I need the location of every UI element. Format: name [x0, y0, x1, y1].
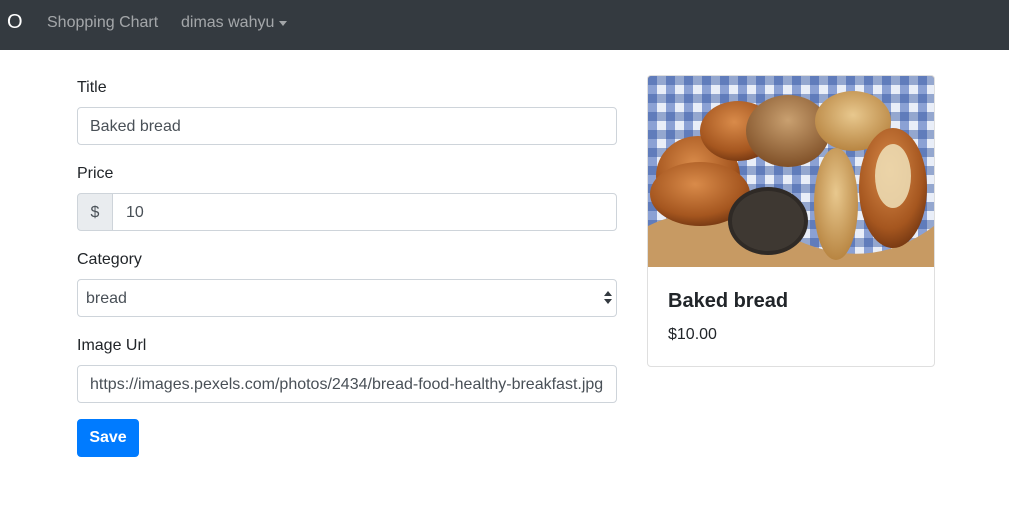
- dollar-prefix: $: [90, 204, 100, 221]
- currency-addon: $: [77, 193, 113, 231]
- category-label: Category: [77, 251, 142, 268]
- card-title: Baked bread: [668, 290, 789, 312]
- title-label: Title: [77, 79, 107, 96]
- select-updown-icon: [604, 291, 612, 306]
- image-url-value: https://images.pexels.com/photos/2434/br…: [90, 376, 604, 393]
- user-name: dimas wahyu: [181, 14, 275, 31]
- preview-card: Baked bread $10.00: [647, 75, 935, 367]
- category-select[interactable]: bread: [77, 279, 617, 317]
- user-dropdown-toggle[interactable]: dimas wahyu: [181, 13, 288, 33]
- card-price: $10.00: [668, 326, 717, 343]
- save-button[interactable]: Save: [77, 419, 139, 457]
- image-url-input[interactable]: https://images.pexels.com/photos/2434/br…: [77, 365, 617, 403]
- bread-photo: [648, 76, 934, 267]
- navbar-brand[interactable]: O: [7, 10, 23, 34]
- price-input-value: 10: [126, 204, 144, 221]
- title-input[interactable]: Baked bread: [77, 107, 617, 145]
- image-url-label: Image Url: [77, 337, 147, 354]
- category-selected-value: bread: [86, 290, 127, 307]
- title-input-value: Baked bread: [90, 118, 181, 135]
- top-navbar: O Shopping Chart dimas wahyu: [0, 0, 1009, 50]
- nav-link-shopping-chart[interactable]: Shopping Chart: [47, 13, 158, 33]
- price-input[interactable]: 10: [112, 193, 617, 231]
- price-label: Price: [77, 165, 114, 182]
- price-input-group: $ 10: [77, 193, 617, 231]
- chevron-down-icon: [279, 21, 288, 26]
